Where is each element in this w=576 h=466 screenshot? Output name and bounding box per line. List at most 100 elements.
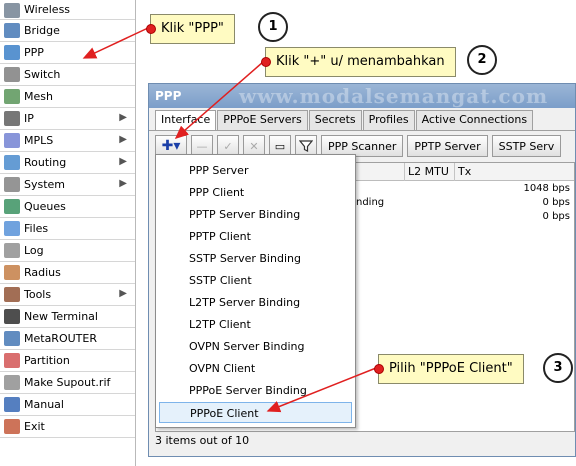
step-number-2: 2 [467,45,497,75]
submenu-arrow-icon: ▶ [119,288,127,299]
partition-icon [4,353,20,368]
sidebar-item-routing[interactable]: Routing ▶ [0,152,135,174]
sidebar-item-partition[interactable]: Partition [0,350,135,372]
menu-item-l2tp-server-binding[interactable]: L2TP Server Binding [159,292,352,313]
queues-icon [4,199,20,214]
step-number-1: 1 [258,12,288,42]
sidebar-item-new-terminal[interactable]: New Terminal [0,306,135,328]
sidebar-item-mesh[interactable]: Mesh [0,86,135,108]
window-title-bar[interactable]: PPP www.modalsemangat.com [149,84,575,108]
filter-icon [299,140,313,152]
sidebar-item-wireless[interactable]: Wireless [0,0,135,20]
column-header-tx[interactable]: Tx [458,165,471,178]
callout-3: Pilih "PPPoE Client" [374,354,524,384]
submenu-arrow-icon: ▶ [119,156,127,167]
sidebar-item-label: MetaROUTER [24,332,97,345]
sidebar-item-files[interactable]: Files [0,218,135,240]
sidebar-item-label: Routing [24,156,67,169]
terminal-icon [4,309,20,324]
tab-interface[interactable]: Interface [155,110,217,131]
sidebar-item-ppp[interactable]: PPP [0,42,135,64]
sidebar-item-log[interactable]: Log [0,240,135,262]
sidebar-item-tools[interactable]: Tools ▶ [0,284,135,306]
mesh-icon [4,89,20,104]
sidebar-item-label: Bridge [24,24,60,37]
sidebar-item-metarouter[interactable]: MetaROUTER [0,328,135,350]
sidebar-item-label: Log [24,244,44,257]
sidebar-item-make-supout-rif[interactable]: Make Supout.rif [0,372,135,394]
log-icon [4,243,20,258]
menu-item-pppoe-client[interactable]: PPPoE Client [159,402,352,423]
sidebar-item-label: Wireless [24,3,71,16]
tools-icon [4,287,20,302]
sidebar-item-system[interactable]: System ▶ [0,174,135,196]
column-header-l2mtu[interactable]: L2 MTU [408,165,449,178]
sidebar-item-label: Mesh [24,90,53,103]
menu-item-pptp-server-binding[interactable]: PPTP Server Binding [159,204,352,225]
menu-item-sstp-server-binding[interactable]: SSTP Server Binding [159,248,352,269]
menu-item-ovpn-client[interactable]: OVPN Client [159,358,352,379]
row-tx: 0 bps [542,211,570,222]
submenu-arrow-icon: ▶ [119,178,127,189]
callout-1: Klik "PPP" [146,14,235,44]
supout-icon [4,375,20,390]
sstp-server-button[interactable]: SSTP Serv [491,135,562,157]
status-text: 3 items out of 10 [155,434,250,447]
sidebar-item-manual[interactable]: Manual [0,394,135,416]
watermark: www.modalsemangat.com [239,84,549,108]
sidebar-item-radius[interactable]: Radius [0,262,135,284]
menu-item-pptp-client[interactable]: PPTP Client [159,226,352,247]
sidebar-item-queues[interactable]: Queues [0,196,135,218]
ip-icon [4,111,20,126]
add-interface-menu: PPP Server PPP Client PPTP Server Binding P… [155,154,356,428]
sidebar-item-ip[interactable]: IP ▶ [0,108,135,130]
switch-icon [4,67,20,82]
sidebar-item-label: Manual [24,398,64,411]
sidebar-item-label: Radius [24,266,61,279]
menu-item-ppp-server[interactable]: PPP Server [159,160,352,181]
metarouter-icon [4,331,20,346]
row-name: nding [356,197,385,208]
column-divider [404,163,405,181]
tab-active-connections[interactable]: Active Connections [415,110,534,130]
files-icon [4,221,20,236]
tab-divider [149,130,575,131]
sidebar-item-switch[interactable]: Switch [0,64,135,86]
callout-dot [261,57,271,67]
tab-profiles[interactable]: Profiles [362,110,415,130]
sidebar-item-exit[interactable]: Exit [0,416,135,438]
submenu-arrow-icon: ▶ [119,112,127,123]
tab-pppoe-servers[interactable]: PPPoE Servers [217,110,308,130]
ppp-icon [4,45,20,60]
system-icon [4,177,20,192]
callout-text: Klik "+" u/ menambahkan [276,54,445,69]
sidebar-item-label: System [24,178,66,191]
callout-2: Klik "+" u/ menambahkan [261,47,456,77]
window-title: PPP [155,89,182,103]
manual-icon [4,397,20,412]
tab-secrets[interactable]: Secrets [308,110,362,130]
sidebar-item-label: PPP [24,46,44,59]
menu-item-ppp-client[interactable]: PPP Client [159,182,352,203]
row-tx: 1048 bps [523,183,570,194]
callout-text: Klik "PPP" [161,21,224,36]
menu-item-ovpn-server-binding[interactable]: OVPN Server Binding [159,336,352,357]
sidebar-item-label: Partition [24,354,70,367]
column-divider [454,163,455,181]
sidebar-item-label: Make Supout.rif [24,376,111,389]
callout-dot [146,24,156,34]
row-tx: 0 bps [542,197,570,208]
submenu-arrow-icon: ▶ [119,134,127,145]
sidebar-item-label: Files [24,222,49,235]
tab-bar: Interface PPPoE Servers Secrets Profiles… [155,110,534,131]
sidebar-item-mpls[interactable]: MPLS ▶ [0,130,135,152]
sidebar-item-label: Exit [24,420,45,433]
menu-item-l2tp-client[interactable]: L2TP Client [159,314,352,335]
sidebar-item-label: MPLS [24,134,54,147]
sidebar-menu: Wireless Bridge PPP Switch Mesh IP ▶ MPLS ▶ Routi… [0,0,136,466]
sidebar-item-bridge[interactable]: Bridge [0,20,135,42]
menu-item-pppoe-server-binding[interactable]: PPPoE Server Binding [159,380,352,401]
routing-icon [4,155,20,170]
menu-item-sstp-client[interactable]: SSTP Client [159,270,352,291]
pptp-server-button[interactable]: PPTP Server [407,135,488,157]
